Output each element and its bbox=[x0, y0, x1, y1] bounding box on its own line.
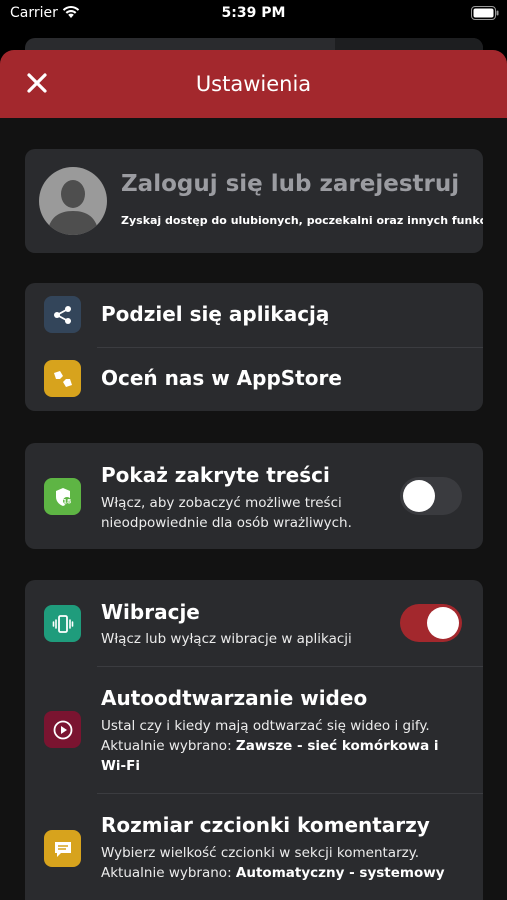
divider bbox=[97, 666, 483, 667]
rate-app-row[interactable]: Oceń nas w AppStore bbox=[25, 347, 483, 411]
toggle-knob bbox=[403, 480, 435, 512]
share-app-row[interactable]: Podziel się aplikacją bbox=[25, 283, 483, 347]
login-subtitle: Zyskaj dostęp do ulubionych, poczekalni … bbox=[121, 214, 483, 227]
hidden-content-title: Pokaż zakryte treści bbox=[101, 463, 330, 487]
shield-icon: 18 bbox=[55, 487, 71, 506]
font-size-row[interactable]: Rozmiar czcionki komentarzy Wybierz wiel… bbox=[25, 793, 483, 900]
autoplay-description: Ustal czy i kiedy mają odtwarzać się wid… bbox=[101, 716, 461, 776]
page-title: Ustawienia bbox=[195, 72, 312, 96]
login-title: Zaloguj się lub zarejestruj bbox=[121, 171, 460, 197]
status-bar: Carrier 5:39 PM bbox=[0, 0, 507, 30]
vibrations-title: Wibracje bbox=[101, 600, 200, 624]
avatar bbox=[39, 167, 107, 235]
vibration-icon bbox=[52, 614, 73, 633]
rate-icon-badge bbox=[44, 360, 81, 397]
divider bbox=[97, 347, 483, 348]
login-card[interactable]: Zaloguj się lub zarejestruj Zyskaj dostę… bbox=[25, 149, 483, 253]
share-icon bbox=[53, 305, 71, 324]
toggle-knob bbox=[427, 607, 459, 639]
font-size-icon-badge bbox=[44, 830, 81, 867]
font-size-current-value: Automatyczny - systemowy bbox=[235, 865, 445, 881]
rate-app-label: Oceń nas w AppStore bbox=[101, 366, 342, 390]
autoplay-row[interactable]: Autoodtwarzanie wideo Ustal czy i kiedy … bbox=[25, 666, 483, 793]
play-icon bbox=[53, 720, 72, 739]
font-size-title: Rozmiar czcionki komentarzy bbox=[101, 813, 430, 837]
avatar-icon bbox=[47, 180, 99, 235]
autoplay-icon-badge bbox=[44, 711, 81, 748]
preferences-card: Wibracje Włącz lub wyłącz wibracje w apl… bbox=[25, 580, 483, 900]
thumbs-icon bbox=[53, 370, 72, 387]
vibrations-toggle[interactable] bbox=[400, 604, 462, 642]
settings-sheet: Zaloguj się lub zarejestruj Zyskaj dostę… bbox=[0, 118, 507, 900]
hidden-content-toggle[interactable] bbox=[400, 477, 462, 515]
hidden-content-icon-badge: 18 bbox=[44, 478, 81, 515]
hidden-content-description: Włącz, aby zobaczyć możliwe treści nieod… bbox=[101, 495, 352, 531]
vibration-icon-badge bbox=[44, 605, 81, 642]
font-size-description: Wybierz wielkość czcionki w sekcji komen… bbox=[101, 843, 461, 883]
hidden-content-row: 18 Pokaż zakryte treści Włącz, aby zobac… bbox=[25, 443, 483, 549]
font-size-current-prefix: Aktualnie wybrano: bbox=[101, 865, 232, 881]
divider bbox=[97, 793, 483, 794]
share-rate-card: Podziel się aplikacją Oceń nas w AppStor… bbox=[25, 283, 483, 411]
font-size-description-text: Wybierz wielkość czcionki w sekcji komen… bbox=[101, 845, 420, 861]
battery-icon bbox=[471, 6, 499, 20]
autoplay-title: Autoodtwarzanie wideo bbox=[101, 686, 368, 710]
share-app-label: Podziel się aplikacją bbox=[101, 302, 330, 326]
share-icon-badge bbox=[44, 296, 81, 333]
settings-header: Ustawienia bbox=[0, 50, 507, 118]
autoplay-description-text: Ustal czy i kiedy mają odtwarzać się wid… bbox=[101, 718, 430, 734]
vibrations-row: Wibracje Włącz lub wyłącz wibracje w apl… bbox=[25, 580, 483, 666]
autoplay-current-prefix: Aktualnie wybrano: bbox=[101, 738, 232, 754]
svg-text:18: 18 bbox=[62, 498, 70, 505]
hidden-content-card: 18 Pokaż zakryte treści Włącz, aby zobac… bbox=[25, 443, 483, 549]
comment-icon bbox=[54, 841, 71, 857]
clock: 5:39 PM bbox=[221, 5, 286, 21]
